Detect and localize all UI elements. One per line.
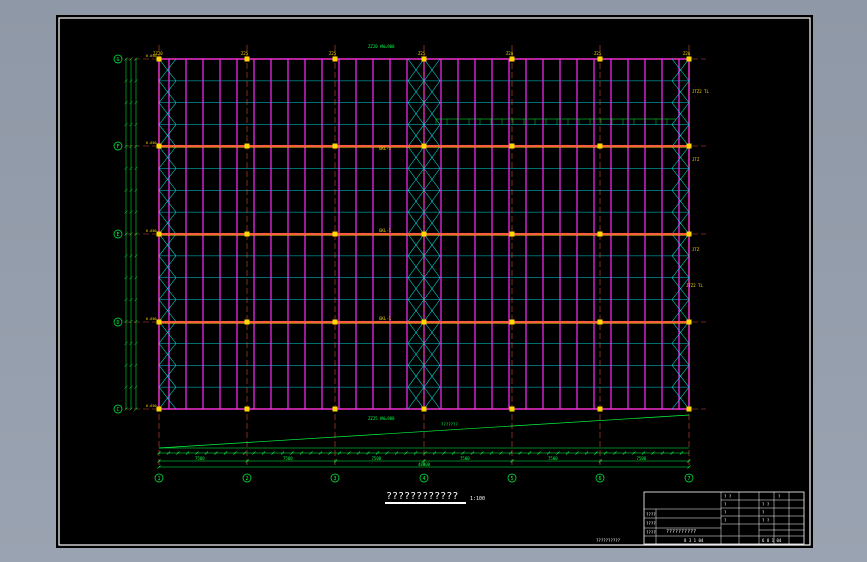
span-dim-label: 7500 <box>460 456 470 461</box>
column-node <box>509 143 515 149</box>
callout-label: JTZ2 TL <box>692 89 709 94</box>
top-member-label: Z25 <box>594 51 602 56</box>
row-axis-label: F <box>116 144 119 150</box>
callout-label: GKL-1 <box>379 316 392 321</box>
col-axis-label: 7 <box>687 476 690 482</box>
tb-row-3: ???? <box>646 530 656 535</box>
column-node <box>244 319 250 325</box>
top-member-label: Z20 <box>506 51 514 56</box>
column-node <box>597 231 603 237</box>
column-node <box>332 231 338 237</box>
column-node <box>421 231 427 237</box>
col-axis-label: 5 <box>510 476 513 482</box>
top-member-label: Z25 <box>241 51 249 56</box>
column-node <box>156 231 162 237</box>
column-node <box>597 56 603 62</box>
column-node <box>244 56 250 62</box>
column-node <box>332 56 338 62</box>
col-axis-label: 3 <box>333 476 336 482</box>
column-node <box>509 56 515 62</box>
title-block: ???? ???? ???? ?????????? ?????????? 8 3… <box>596 491 805 545</box>
note-bottom: ZZ25 HW=900 <box>368 416 395 421</box>
column-node <box>421 406 427 412</box>
column-node <box>597 319 603 325</box>
callout-label: JTZ <box>692 157 700 162</box>
span-dim-label: 7500 <box>637 456 647 461</box>
elevation-label: 6.650 <box>146 141 157 145</box>
elevation-label: 6.650 <box>146 317 157 321</box>
tb-row-2: ???? <box>646 521 656 526</box>
elevation-label: 6.650 <box>146 229 157 233</box>
column-node <box>332 319 338 325</box>
column-node <box>332 406 338 412</box>
total-dim-label: 48000 <box>418 462 431 467</box>
tb-drawing-no: ?????????? <box>596 538 621 543</box>
tb-cell-5: ? <box>724 510 727 515</box>
elevation-label: 6.650 <box>146 404 157 408</box>
top-member-label: Z20 <box>683 51 691 56</box>
col-axis-label: 6 <box>598 476 601 482</box>
top-member-label: Z25 <box>418 51 426 56</box>
column-node <box>156 143 162 149</box>
tb-sheet-right: 6 8 1 04 <box>762 538 782 543</box>
row-axis-label: G <box>116 57 119 63</box>
callout-label: JTZ <box>692 247 700 252</box>
column-node <box>156 56 162 62</box>
structure-layer <box>116 45 706 465</box>
column-node <box>509 319 515 325</box>
callout-label: GKL-1 <box>379 146 392 151</box>
note-slope: ??????? <box>441 422 458 427</box>
column-node <box>686 319 692 325</box>
col-axis-label: 4 <box>422 476 425 482</box>
column-node <box>509 231 515 237</box>
tb-sheet: 8 3 1 04 <box>684 538 704 543</box>
callout-label: GKL-1 <box>379 228 392 233</box>
column-node <box>686 231 692 237</box>
tb-project-name: ?????????? <box>666 529 696 535</box>
elevation-label: 6.650 <box>146 54 157 58</box>
column-node <box>686 56 692 62</box>
tb-row-1: ???? <box>646 512 656 517</box>
tb-cell-2: ? <box>778 494 781 499</box>
column-node <box>156 319 162 325</box>
tb-cell-8: ? ? <box>762 518 770 523</box>
col-axis-label: 1 <box>157 476 160 482</box>
tb-cell-6: ? <box>762 510 765 515</box>
span-dim-label: 7500 <box>283 456 293 461</box>
column-node <box>332 143 338 149</box>
span-dim-label: 7500 <box>372 456 382 461</box>
tb-cell-4: ? ? <box>762 502 770 507</box>
note-top: ZZ20 HW=900 <box>368 44 395 49</box>
drawing-scale: 1:100 <box>470 496 485 502</box>
column-node <box>244 231 250 237</box>
column-node <box>244 143 250 149</box>
top-member-label: Z25 <box>329 51 337 56</box>
tb-cell-3: ? <box>724 502 727 507</box>
span-dim-label: 7500 <box>195 456 205 461</box>
cad-viewport[interactable]: 7500 7500 7500 7500 7500 7500 48000 G F E D C 1 2 3 4 5 6… <box>56 15 813 548</box>
column-node <box>421 56 427 62</box>
span-dim-label: 7500 <box>548 456 558 461</box>
drawing-title: ???????????? <box>386 491 458 502</box>
tb-cell-7: ? <box>724 518 727 523</box>
row-axis-label: E <box>116 232 119 238</box>
row-axis-label: C <box>116 407 119 413</box>
callout-label: JTZ2 TL <box>686 283 703 288</box>
tb-cell-1: ? ? <box>724 494 732 499</box>
drawing-canvas[interactable]: 7500 7500 7500 7500 7500 7500 48000 G F E D C 1 2 3 4 5 6… <box>56 15 813 548</box>
column-node <box>686 406 692 412</box>
column-node <box>156 406 162 412</box>
column-node <box>509 406 515 412</box>
column-node <box>421 319 427 325</box>
column-node <box>244 406 250 412</box>
row-axis-label: D <box>116 320 119 326</box>
column-node <box>421 143 427 149</box>
col-axis-label: 2 <box>245 476 248 482</box>
column-node <box>597 143 603 149</box>
column-node <box>686 143 692 149</box>
column-node <box>597 406 603 412</box>
